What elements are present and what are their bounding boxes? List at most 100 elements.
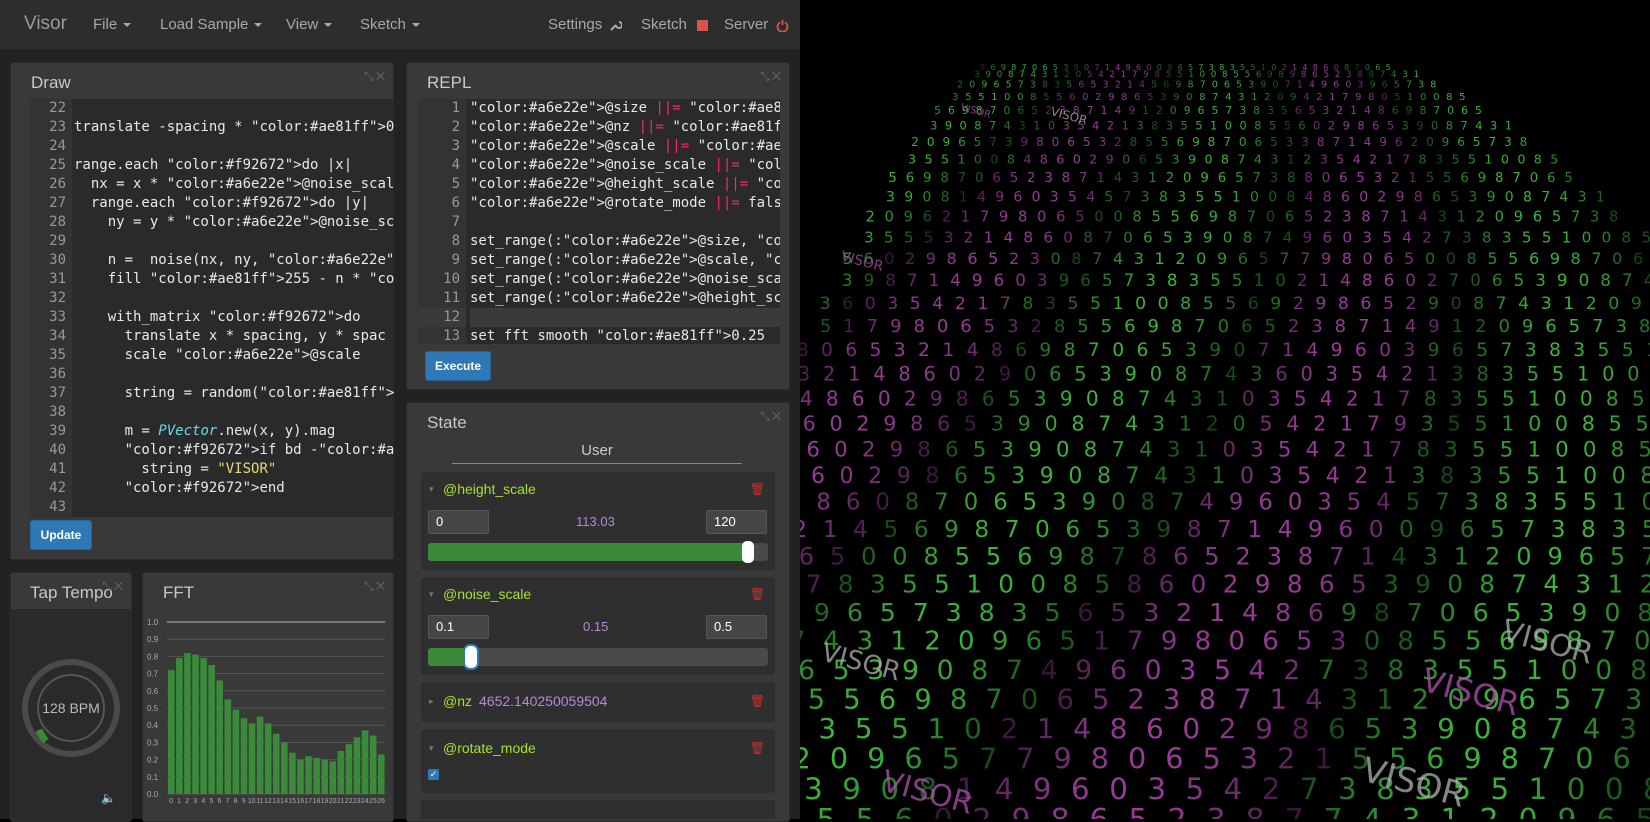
- trash-icon[interactable]: 🗑: [750, 694, 765, 708]
- trash-icon[interactable]: 🗑: [750, 482, 765, 496]
- code-line[interactable]: set_range(:"color:#a6e22e">@height_scale…: [470, 289, 780, 308]
- file-menu-label: File: [93, 16, 117, 33]
- viz-glyph: 8: [1467, 249, 1477, 268]
- code-line[interactable]: [74, 99, 394, 118]
- viz-glyph: 5: [1068, 190, 1077, 206]
- code-line[interactable]: [74, 365, 394, 384]
- chevron-right-icon[interactable]: ▸: [429, 696, 434, 707]
- viz-glyph: 5: [1203, 294, 1214, 314]
- chevron-down-icon[interactable]: ▾: [429, 589, 434, 600]
- code-line[interactable]: [470, 308, 780, 327]
- viz-glyph: 0: [964, 712, 982, 745]
- server-status[interactable]: Server: [724, 16, 789, 33]
- code-line[interactable]: translate x * spacing, y * spac: [74, 327, 394, 346]
- code-line[interactable]: range.each "color:#f92672">do |y|: [74, 194, 394, 213]
- code-line[interactable]: "color:#a6e22e">@nz ||= "color:#ae81ff">…: [470, 118, 780, 137]
- line-number: 31: [30, 270, 72, 289]
- code-line[interactable]: nx = x * "color:#a6e22e">@noise_scale: [74, 175, 394, 194]
- code-line[interactable]: string = "VISOR": [74, 460, 394, 479]
- code-line[interactable]: set_range(:"color:#a6e22e">@noise_scale,…: [470, 270, 780, 289]
- code-line[interactable]: "color:#a6e22e">@size ||= "color:#ae81ff…: [470, 99, 780, 118]
- code-line[interactable]: ny = y * "color:#a6e22e">@noise_scale: [74, 213, 394, 232]
- speaker-icon[interactable]: 🔈: [101, 791, 116, 805]
- code-line[interactable]: string = random("color:#ae81ff">10).to_i: [74, 384, 394, 403]
- code-line[interactable]: range.each "color:#f92672">do |x|: [74, 156, 394, 175]
- viz-glyph: 3: [1018, 119, 1025, 132]
- code-line[interactable]: [74, 498, 394, 517]
- code-line[interactable]: translate -spacing * "color:#ae81ff">0.5…: [74, 118, 394, 137]
- viz-glyph: 9: [1558, 803, 1577, 819]
- min-input[interactable]: 0: [428, 510, 489, 534]
- repl-code-editor[interactable]: 12345678910111213 "color:#a6e22e">@size …: [418, 99, 780, 344]
- viz-glyph: 6: [1043, 228, 1053, 246]
- panel-controls[interactable]: ⤡✕: [364, 69, 387, 84]
- code-line[interactable]: "color:#a6e22e">@rotate_mode ||= false: [470, 194, 780, 213]
- viz-glyph: 3: [1575, 569, 1591, 598]
- noise-scale-slider[interactable]: [428, 648, 768, 666]
- panel-controls[interactable]: ⤡✕: [102, 579, 125, 594]
- file-menu[interactable]: File: [93, 16, 131, 33]
- viz-glyph: 0: [1583, 438, 1597, 463]
- execute-button[interactable]: Execute: [425, 351, 491, 381]
- code-line[interactable]: scale "color:#a6e22e">@scale: [74, 346, 394, 365]
- brand[interactable]: Visor: [24, 13, 67, 35]
- code-line[interactable]: set_range(:"color:#a6e22e">@scale, "colo…: [470, 251, 780, 270]
- code-line[interactable]: "color:#f92672">if bd -"color:#ae81ff">1…: [74, 441, 394, 460]
- code-line[interactable]: [470, 213, 780, 232]
- trash-icon[interactable]: 🗑: [750, 587, 765, 601]
- view-menu[interactable]: View: [286, 16, 332, 33]
- sketch-status[interactable]: Sketch: [641, 16, 708, 33]
- viz-glyph: 0: [1579, 270, 1590, 290]
- max-input[interactable]: 120: [706, 510, 767, 534]
- code-line[interactable]: with_matrix "color:#f92672">do: [74, 308, 394, 327]
- code-line[interactable]: "color:#a6e22e">@scale ||= "color:#ae81f…: [470, 137, 780, 156]
- draw-code-editor[interactable]: 2223242526272829303132333435363738394041…: [30, 99, 394, 517]
- viz-glyph: 3: [1402, 70, 1408, 80]
- viz-glyph: 0: [1470, 270, 1481, 290]
- height-scale-slider[interactable]: [428, 543, 768, 561]
- tab-user[interactable]: User: [452, 442, 742, 464]
- viz-glyph: 0: [1604, 598, 1620, 627]
- code-line[interactable]: set_range(:"color:#a6e22e">@size, "color…: [470, 232, 780, 251]
- viz-glyph: 7: [1138, 386, 1151, 410]
- viz-glyph: 9: [942, 135, 950, 149]
- code-line[interactable]: "color:#a6e22e">@height_scale ||= "color…: [470, 175, 780, 194]
- chevron-down-icon[interactable]: ▾: [429, 484, 434, 495]
- viz-glyph: 5: [964, 412, 977, 436]
- code-line[interactable]: [74, 232, 394, 251]
- fft-bar: [370, 736, 377, 794]
- sketch-menu[interactable]: Sketch: [360, 16, 420, 33]
- code-line[interactable]: [74, 403, 394, 422]
- panel-controls[interactable]: ⤡✕: [364, 579, 387, 594]
- viz-glyph: 4: [977, 190, 986, 206]
- code-line[interactable]: set fft smooth "color:#ae81ff">0.25: [470, 327, 780, 344]
- code-lines[interactable]: translate -spacing * "color:#ae81ff">0.5…: [74, 99, 394, 517]
- load-sample-menu[interactable]: Load Sample: [160, 16, 262, 33]
- viz-glyph: 1: [1254, 270, 1265, 290]
- viz-glyph: 5: [1195, 190, 1204, 206]
- slider-handle[interactable]: [465, 646, 477, 668]
- code-line[interactable]: fill "color:#ae81ff">255 - n * "color:#a…: [74, 270, 394, 289]
- update-button[interactable]: Update: [30, 520, 92, 550]
- code-lines[interactable]: "color:#a6e22e">@size ||= "color:#ae81ff…: [470, 99, 780, 344]
- rotate-mode-checkbox[interactable]: ✓: [428, 769, 439, 780]
- code-line[interactable]: m = PVector.new(x, y).mag: [74, 422, 394, 441]
- viz-glyph: 7: [1225, 104, 1232, 117]
- viz-glyph: 1: [848, 362, 860, 385]
- chevron-down-icon: [412, 23, 420, 27]
- panel-controls[interactable]: ⤡✕: [760, 409, 783, 424]
- code-line[interactable]: [74, 289, 394, 308]
- min-input[interactable]: 0.1: [428, 615, 489, 639]
- code-line[interactable]: [74, 137, 394, 156]
- slider-handle[interactable]: [742, 541, 754, 563]
- viz-glyph: 9: [1331, 340, 1343, 361]
- settings-link[interactable]: Settings: [548, 16, 622, 33]
- max-input[interactable]: 0.5: [706, 615, 767, 639]
- sketch-visualization[interactable]: 8698706539071496009657383551021486087065…: [800, 0, 1650, 819]
- chevron-down-icon[interactable]: ▾: [429, 743, 434, 754]
- code-line[interactable]: n = noise(nx, ny, "color:#a6e22e">@nz): [74, 251, 394, 270]
- code-line[interactable]: "color:#a6e22e">@noise_scale ||= "color:…: [470, 156, 780, 175]
- trash-icon[interactable]: 🗑: [750, 741, 765, 755]
- panel-controls[interactable]: ⤡✕: [760, 69, 783, 84]
- code-line[interactable]: "color:#f92672">end: [74, 479, 394, 498]
